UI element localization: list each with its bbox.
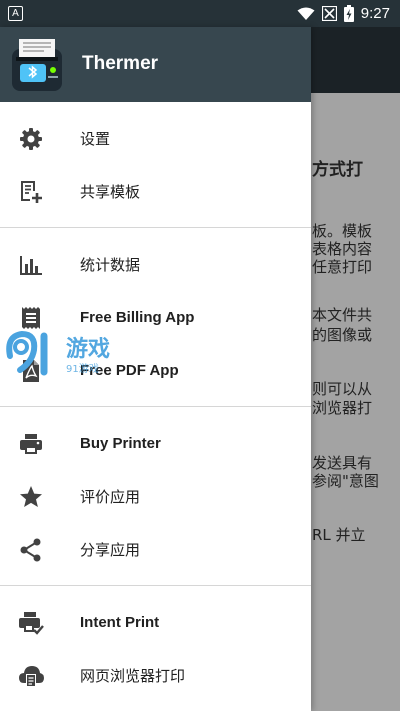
gear-icon [20, 128, 42, 150]
menu-item-rate-app[interactable]: 评价应用 [0, 470, 311, 522]
menu-item-label: 分享应用 [80, 540, 141, 559]
star-icon [20, 486, 42, 507]
status-bar: A 9:27 [0, 0, 400, 27]
background-text-line: 浏览器打 [312, 399, 373, 417]
drawer-header: Thermer [0, 27, 311, 102]
menu-item-share-app[interactable]: 分享应用 [0, 523, 311, 575]
bar-chart-icon [20, 256, 42, 275]
background-text-line: 本文件共 [312, 306, 373, 324]
menu-item-intent-print[interactable]: Intent Print [0, 596, 311, 648]
menu-divider [0, 227, 311, 228]
menu-item-settings[interactable]: 设置 [0, 112, 311, 164]
cloud-document-icon [19, 666, 44, 687]
app-name: Thermer [82, 53, 159, 74]
notification-icon: A [8, 6, 23, 21]
menu-item-label: 评价应用 [80, 487, 141, 506]
background-text-line: 任意打印 [312, 258, 373, 276]
share-icon [20, 538, 41, 562]
share-template-icon [21, 181, 42, 203]
background-text-line: 参阅"意图 [312, 472, 379, 490]
battery-charging-icon [343, 5, 354, 22]
menu-item-label: Free Billing App [80, 308, 195, 326]
menu-item-statistics[interactable]: 统计数据 [0, 238, 311, 290]
menu-item-buy-printer[interactable]: Buy Printer [0, 417, 311, 469]
menu-item-label: 共享模板 [80, 182, 141, 201]
menu-item-share-template[interactable]: 共享模板 [0, 165, 311, 217]
app-logo [12, 39, 62, 91]
background-text-line: 则可以从 [312, 380, 373, 398]
background-heading: 方式打 [312, 160, 363, 180]
background-text-line: RL 并立 [312, 526, 366, 544]
menu-divider [0, 406, 311, 407]
svg-text:游戏: 游戏 [66, 336, 110, 362]
watermark-text: 91游戏 [66, 362, 99, 375]
printer-check-icon [19, 612, 44, 635]
menu-item-label: 设置 [80, 129, 111, 148]
menu-item-label: 网页浏览器打印 [80, 666, 186, 685]
menu-item-label: Intent Print [80, 613, 160, 631]
menu-item-label: 统计数据 [80, 255, 141, 274]
background-text-line: 的图像或 [312, 326, 373, 344]
menu-divider [0, 585, 311, 586]
printer-icon [20, 434, 42, 454]
menu-item-label: Buy Printer [80, 434, 161, 452]
clock: 9:27 [360, 5, 390, 22]
menu-item-web-browser-print[interactable]: 网页浏览器打印 [0, 649, 311, 701]
signal-off-icon [321, 6, 337, 21]
wifi-icon [297, 7, 315, 20]
watermark-logo: 游戏 91游戏 [6, 330, 110, 376]
